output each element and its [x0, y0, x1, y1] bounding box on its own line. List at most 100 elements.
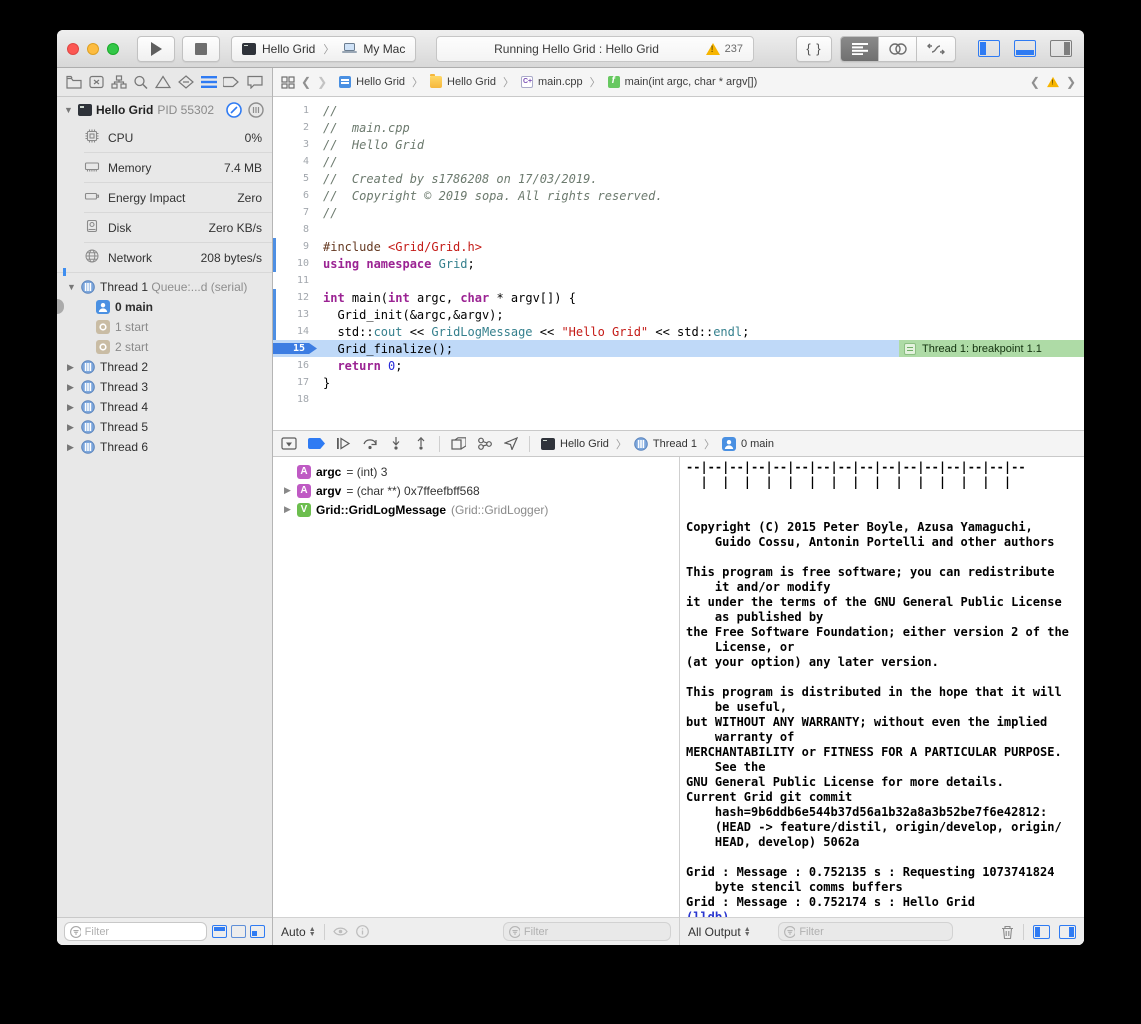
issue-navigator-icon[interactable] [155, 75, 171, 89]
next-issue-icon[interactable]: ❯ [1066, 75, 1076, 89]
source-editor[interactable]: 1//2// main.cpp3// Hello Grid4//5// Crea… [273, 97, 1084, 431]
disclosure-icon[interactable]: ▼ [67, 282, 77, 292]
disclosure-icon[interactable]: ▶ [283, 504, 292, 515]
back-icon[interactable]: ❮ [301, 75, 311, 89]
code-line[interactable]: 11 [273, 272, 1084, 289]
activity-viewer[interactable]: Running Hello Grid : Hello Grid 237 [436, 36, 754, 62]
info-icon[interactable] [356, 925, 369, 938]
pause-gauges-icon[interactable] [226, 102, 242, 118]
gauge-row-disk[interactable]: DiskZero KB/s [57, 213, 272, 242]
code-line[interactable]: 3// Hello Grid [273, 136, 1084, 153]
console-output[interactable]: --|--|--|--|--|--|--|--|--|--|--|--|--|-… [680, 457, 1084, 917]
code-line[interactable]: 16 return 0; [273, 357, 1084, 374]
console-output-selector[interactable]: All Output ▲▼ [688, 925, 751, 939]
scheme-selector[interactable]: Hello Grid 〉 My Mac [231, 36, 416, 62]
breakpoint-line-number[interactable]: 15 [273, 343, 317, 354]
code-line[interactable]: 1// [273, 102, 1084, 119]
step-over-icon[interactable] [362, 437, 378, 450]
thread-row[interactable]: ▶Thread 2 [57, 357, 272, 377]
standard-editor-button[interactable] [841, 37, 879, 61]
variable-row[interactable]: Aargc= (int) 3 [273, 462, 679, 481]
library-button[interactable]: { } [796, 36, 832, 62]
code-line[interactable]: 13 Grid_init(&argc,&argv); [273, 306, 1084, 323]
clear-console-trash-icon[interactable] [1001, 925, 1014, 939]
project-navigator-icon[interactable] [66, 75, 82, 89]
jump-crumb-symbol[interactable]: main(int argc, char * argv[]) [625, 76, 758, 88]
jump-crumb-file[interactable]: main.cpp [538, 76, 583, 88]
code-line[interactable]: 9#include <Grid/Grid.h> [273, 238, 1084, 255]
code-line[interactable]: 12int main(int argc, char * argv[]) { [273, 289, 1084, 306]
step-out-icon[interactable] [414, 437, 428, 450]
gauge-row-cpu[interactable]: CPU0% [57, 123, 272, 152]
console-filter[interactable] [778, 922, 953, 941]
disclosure-icon[interactable]: ▶ [67, 442, 77, 453]
minimize-button[interactable] [87, 43, 99, 55]
memory-graph-icon[interactable] [477, 437, 493, 450]
disclosure-icon[interactable]: ▶ [67, 402, 77, 413]
stack-frame-row[interactable]: 1 start [57, 317, 272, 337]
code-line[interactable]: 10using namespace Grid; [273, 255, 1084, 272]
previous-issue-icon[interactable]: ❮ [1030, 75, 1040, 89]
quicklook-eye-icon[interactable] [333, 926, 348, 937]
code-line[interactable]: 7// [273, 204, 1084, 221]
debug-area-toggle-button[interactable] [1014, 40, 1036, 57]
gauge-row-energy-impact[interactable]: Energy ImpactZero [57, 183, 272, 212]
code-line[interactable]: 2// main.cpp [273, 119, 1084, 136]
code-line[interactable]: 14 std::cout << GridLogMessage << "Hello… [273, 323, 1084, 340]
toggle-variables-pane-icon[interactable] [1033, 925, 1050, 939]
zoom-button[interactable] [107, 43, 119, 55]
code-line[interactable]: 17} [273, 374, 1084, 391]
simulate-location-icon[interactable] [504, 437, 518, 450]
continue-icon[interactable] [336, 437, 351, 450]
toggle-console-pane-icon[interactable] [1059, 925, 1076, 939]
related-items-icon[interactable] [281, 76, 295, 89]
stop-button[interactable] [182, 36, 220, 62]
navigator-toggle-button[interactable] [978, 40, 1000, 57]
assistant-editor-button[interactable] [879, 37, 917, 61]
close-button[interactable] [67, 43, 79, 55]
stack-frame-row[interactable]: 2 start [57, 337, 272, 357]
thread-row[interactable]: ▶Thread 4 [57, 397, 272, 417]
variables-filter-input[interactable] [524, 926, 665, 938]
jump-crumb-project[interactable]: Hello Grid [356, 76, 405, 88]
breakpoints-toggle-icon[interactable] [308, 438, 325, 449]
disclosure-icon[interactable]: ▶ [67, 422, 77, 433]
code-line[interactable]: 4// [273, 153, 1084, 170]
navigator-filter[interactable] [64, 922, 207, 941]
disclosure-icon[interactable]: ▶ [283, 485, 292, 496]
disclosure-icon[interactable]: ▶ [67, 362, 77, 373]
navigator-filter-input[interactable] [85, 926, 201, 938]
code-line[interactable]: 6// Copyright © 2019 sopa. All rights re… [273, 187, 1084, 204]
show-crashed-toggle-icon[interactable] [250, 925, 265, 938]
show-running-toggle-icon[interactable] [212, 925, 227, 938]
console-filter-input[interactable] [799, 926, 947, 938]
code-line[interactable]: 15 Grid_finalize();Thread 1: breakpoint … [273, 340, 1084, 357]
debug-navigator-icon[interactable] [201, 75, 217, 89]
code-line[interactable]: 18 [273, 391, 1084, 408]
variable-row[interactable]: ▶VGrid::GridLogMessage(Grid::GridLogger) [273, 500, 679, 519]
disclosure-icon[interactable]: ▶ [67, 382, 77, 393]
gauge-row-network[interactable]: Network208 bytes/s [57, 243, 272, 272]
stack-frame-row[interactable]: 0 main [57, 297, 272, 317]
thread-row[interactable]: ▶Thread 5 [57, 417, 272, 437]
hide-debug-area-icon[interactable] [281, 437, 297, 450]
debug-crumb-process[interactable]: Hello Grid [560, 438, 609, 450]
symbol-navigator-icon[interactable] [111, 75, 127, 89]
variable-row[interactable]: ▶Aargv= (char **) 0x7ffeefbff568 [273, 481, 679, 500]
forward-icon[interactable]: ❯ [317, 75, 327, 89]
breakpoint-annotation[interactable]: Thread 1: breakpoint 1.1 [899, 340, 1084, 357]
breakpoint-navigator-icon[interactable] [223, 75, 240, 89]
step-into-icon[interactable] [389, 437, 403, 450]
run-button[interactable] [137, 36, 175, 62]
thread-row[interactable]: ▶Thread 6 [57, 437, 272, 457]
inspector-toggle-button[interactable] [1050, 40, 1072, 57]
find-navigator-icon[interactable] [133, 75, 148, 89]
code-line[interactable]: 5// Created by s1786208 on 17/03/2019. [273, 170, 1084, 187]
debug-crumb-thread[interactable]: Thread 1 [653, 438, 697, 450]
source-control-navigator-icon[interactable] [89, 75, 104, 89]
view-hierarchy-icon[interactable] [451, 437, 466, 450]
process-row[interactable]: ▼ Hello Grid PID 55302 [57, 97, 272, 123]
thread-row[interactable]: ▼Thread 1 Queue:...d (serial) [57, 277, 272, 297]
variables-filter[interactable] [503, 922, 671, 941]
version-editor-button[interactable] [917, 37, 955, 61]
